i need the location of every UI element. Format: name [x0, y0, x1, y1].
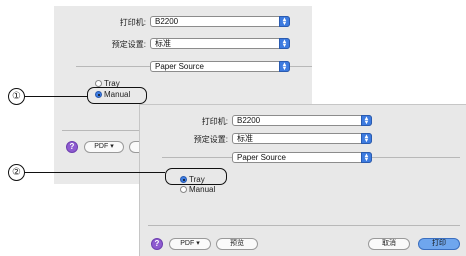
preset-value: 标准 — [237, 134, 253, 143]
pdf-button[interactable]: PDF ▾ — [84, 141, 124, 153]
radio-off-icon — [180, 186, 187, 193]
printer-value: B2200 — [237, 116, 261, 125]
popup-arrows-icon: ▲ ▼ — [279, 16, 290, 27]
callout-2-highlight — [165, 168, 227, 185]
callout-1: ① — [8, 88, 25, 105]
preset-label: 预定设置: — [193, 135, 228, 144]
printer-label: 打印机: — [119, 18, 146, 27]
print-button[interactable]: 打印 — [418, 238, 460, 250]
popup-arrows-icon: ▲ ▼ — [279, 61, 290, 72]
radio-manual-label: Manual — [189, 185, 216, 194]
printer-popup[interactable]: B2200 ▲ ▼ — [150, 16, 290, 27]
divider — [148, 225, 460, 226]
popup-arrows-icon: ▲ ▼ — [279, 38, 290, 49]
preview-button[interactable]: 预览 — [216, 238, 258, 250]
popup-arrows-icon: ▲ ▼ — [361, 152, 372, 163]
radio-off-icon — [95, 80, 102, 87]
pdf-button[interactable]: PDF ▾ — [169, 238, 211, 250]
preset-label: 预定设置: — [111, 40, 146, 49]
printer-popup[interactable]: B2200 ▲ ▼ — [232, 115, 372, 126]
callout-1-highlight — [87, 87, 147, 104]
callout-2-line — [25, 172, 165, 174]
radio-manual[interactable]: Manual — [180, 185, 215, 194]
popup-arrows-icon: ▲ ▼ — [361, 133, 372, 144]
section-popup[interactable]: Paper Source ▲ ▼ — [150, 61, 290, 72]
divider — [62, 130, 146, 131]
printer-value: B2200 — [155, 17, 179, 26]
section-value: Paper Source — [237, 153, 286, 162]
help-button[interactable]: ? — [151, 238, 163, 250]
cancel-button[interactable]: 取消 — [368, 238, 410, 250]
section-popup[interactable]: Paper Source ▲ ▼ — [232, 152, 372, 163]
preset-popup[interactable]: 标准 ▲ ▼ — [150, 38, 290, 49]
preset-value: 标准 — [155, 39, 171, 48]
preset-popup[interactable]: 标准 ▲ ▼ — [232, 133, 372, 144]
callout-1-line — [25, 96, 87, 98]
help-button[interactable]: ? — [66, 141, 78, 153]
callout-2: ② — [8, 164, 25, 181]
popup-arrows-icon: ▲ ▼ — [361, 115, 372, 126]
printer-label: 打印机: — [201, 117, 228, 126]
section-value: Paper Source — [155, 62, 204, 71]
